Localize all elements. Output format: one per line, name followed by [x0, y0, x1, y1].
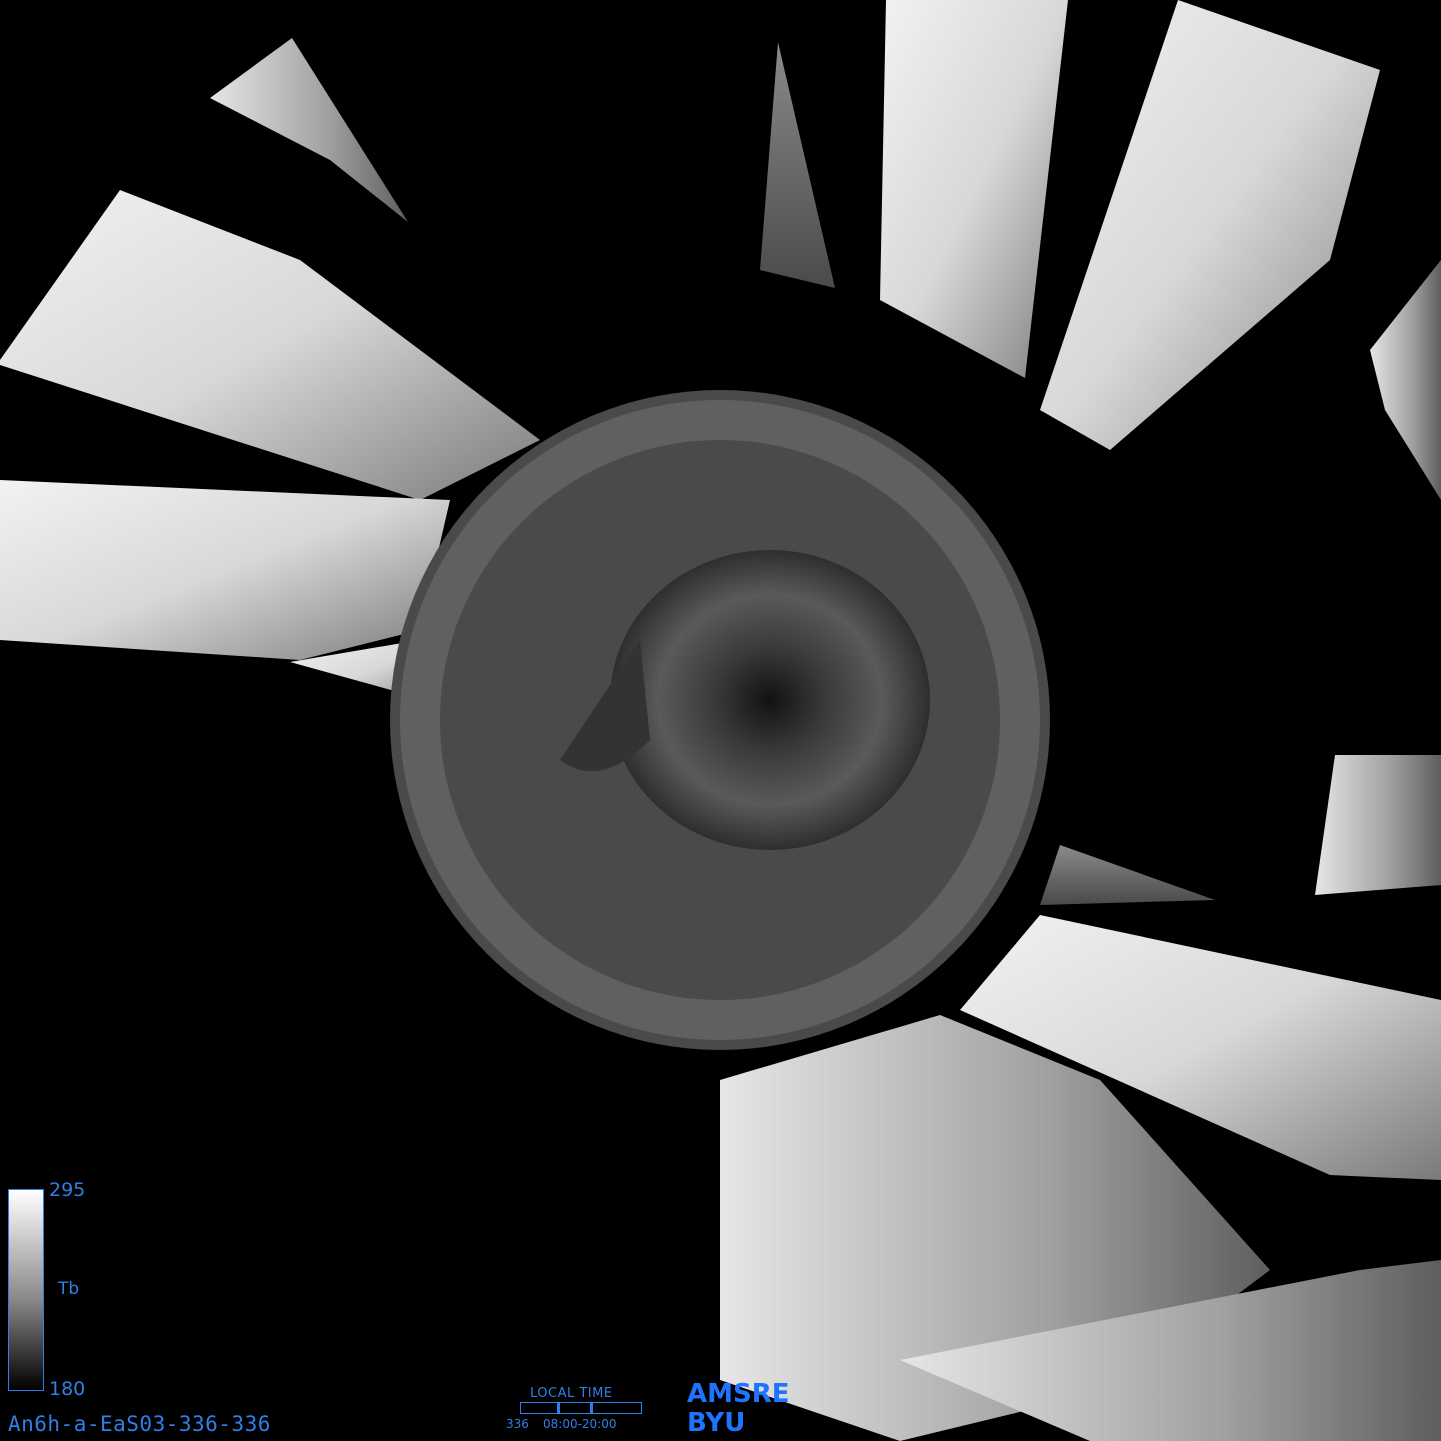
swath-segment: [210, 38, 408, 222]
polar-disk: [390, 390, 1050, 1050]
colorbar-min-label: 180: [49, 1378, 86, 1400]
swath-segment: [1370, 260, 1441, 500]
colorbar: [8, 1189, 44, 1391]
local-time-day: 336: [506, 1417, 529, 1431]
local-time-bar: [520, 1402, 642, 1414]
swath-segment: [0, 190, 540, 500]
local-time-title: LOCAL TIME: [530, 1386, 613, 1401]
colorbar-max-label: 295: [49, 1179, 86, 1201]
swath-segment: [0, 480, 450, 660]
swath-segment: [880, 0, 1068, 378]
swath-segment: [1040, 845, 1215, 905]
sensor-label: AMSRE: [687, 1379, 790, 1409]
antarctic-continent: [610, 550, 930, 850]
brightness-temperature-map: [0, 0, 1441, 1441]
image-id: An6h-a-EaS03-336-336: [8, 1412, 271, 1436]
organization-label: BYU: [687, 1408, 746, 1438]
local-time-range: 08:00-20:00: [543, 1417, 617, 1431]
swath-segment: [1040, 0, 1380, 450]
swath-segment: [760, 42, 835, 288]
swath-segment: [1315, 755, 1441, 895]
map-canvas: 295 Tb 180 An6h-a-EaS03-336-336 LOCAL TI…: [0, 0, 1441, 1441]
colorbar-variable-label: Tb: [58, 1279, 80, 1299]
local-time-window: [557, 1403, 593, 1413]
